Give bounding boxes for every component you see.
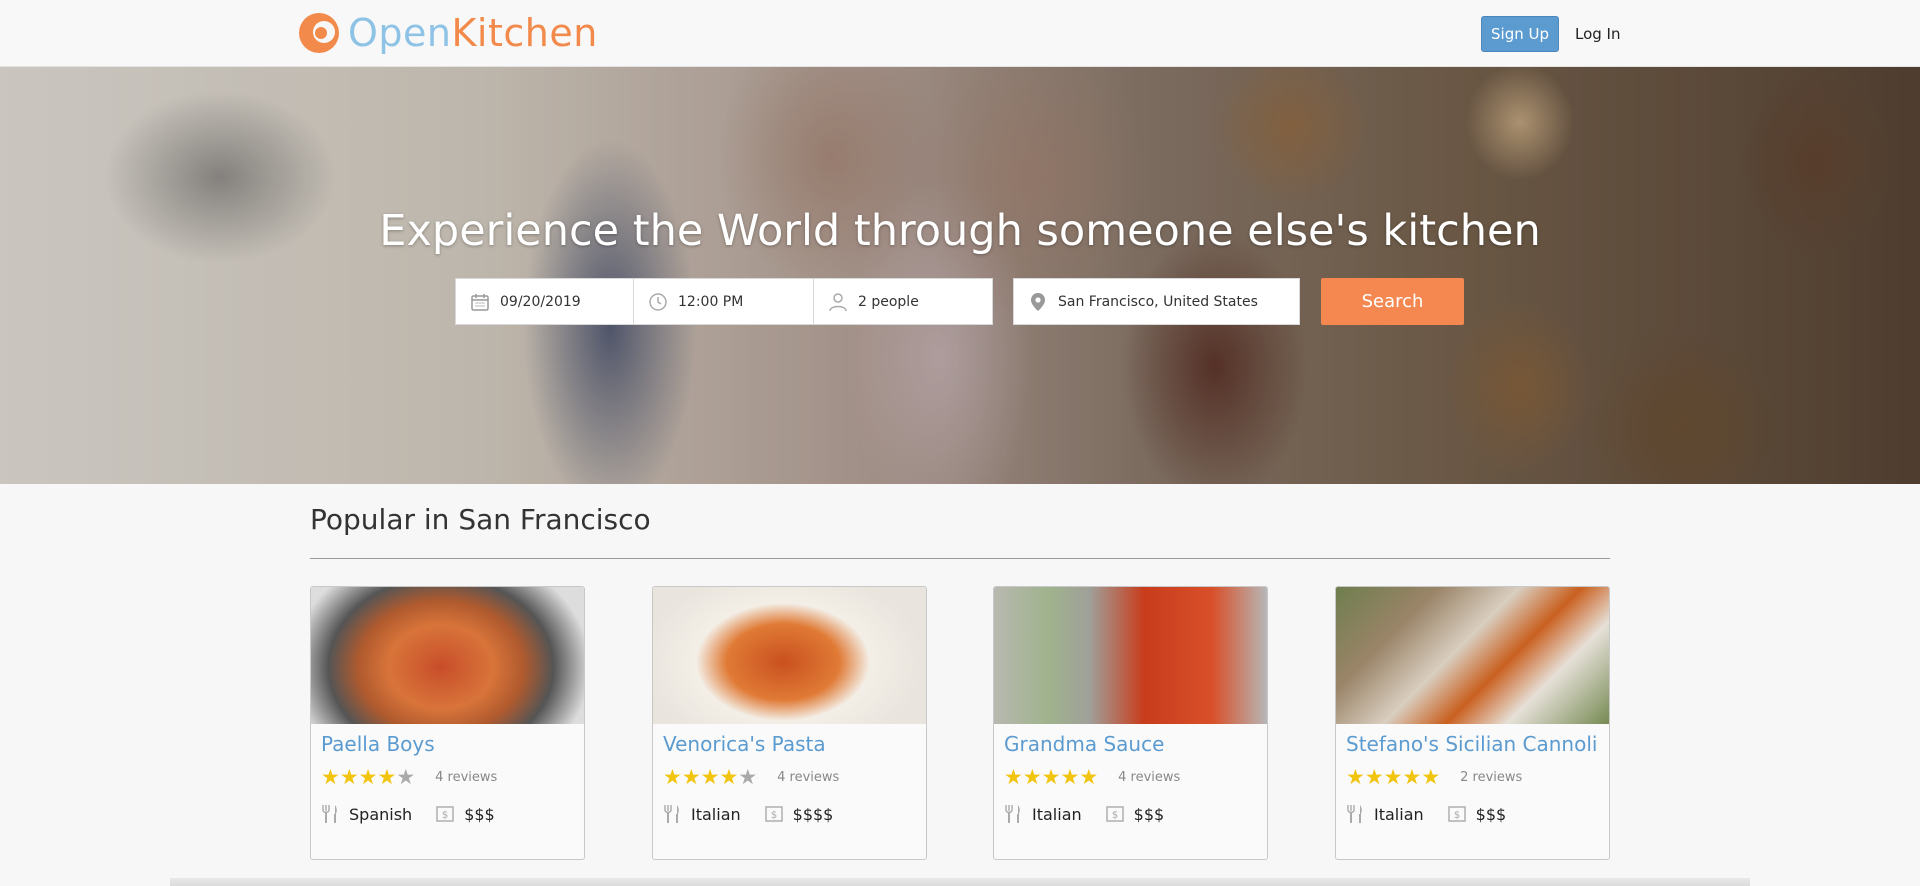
calendar-icon [471,293,489,311]
price-label: $$$ [1475,804,1507,824]
cuisine-label: Italian [1374,804,1424,824]
map-pin-icon [1031,292,1045,311]
page-bottom-edge [170,878,1750,886]
people-value: 2 people [858,293,919,310]
date-field[interactable]: 09/20/2019 [455,278,634,325]
review-count: 2 reviews [1460,770,1523,785]
fork-knife-icon [1347,805,1362,823]
search-bar: 09/20/2019 12:00 PM 2 people San Francis… [455,278,1464,325]
listing-meta: Italian $ $$$$ [663,804,833,824]
star-icon: ★ [1421,765,1441,789]
cuisine-label: Spanish [349,804,413,824]
listing-card[interactable]: Paella Boys ★ ★ ★ ★ ★ 4 reviews Spanish $ $$$ [310,586,585,860]
listing-name[interactable]: Venorica's Pasta [663,732,826,756]
clock-icon [649,292,667,311]
logo-open: Open [348,11,452,55]
dollar-bill-icon: $ [1447,806,1466,822]
star-icon: ★ [1364,765,1384,789]
fork-knife-icon [1005,805,1020,823]
star-icon: ★ [738,765,758,789]
star-icon: ★ [358,765,378,789]
header: OpenKitchen Sign Up Log In [0,0,1920,67]
star-icon: ★ [719,765,739,789]
star-icon: ★ [339,765,359,789]
listing-card[interactable]: Venorica's Pasta ★ ★ ★ ★ ★ 4 reviews Italian $ $$… [652,586,927,860]
star-icon: ★ [1004,765,1023,789]
star-icon: ★ [377,765,397,789]
star-icon: ★ [663,765,682,789]
location-value: San Francisco, United States [1058,293,1258,310]
person-icon [829,292,847,311]
star-icon: ★ [1383,765,1403,789]
dollar-bill-icon: $ [436,806,454,822]
listing-name[interactable]: Stefano's Sicilian Cannoli [1346,732,1597,756]
star-icon: ★ [321,765,340,789]
people-field[interactable]: 2 people [814,278,993,325]
listing-card[interactable]: Stefano's Sicilian Cannoli ★ ★ ★ ★ ★ 2 reviews… [1335,586,1610,860]
time-field[interactable]: 12:00 PM [634,278,814,325]
star-icon: ★ [700,765,720,789]
cuisine-label: Italian [1032,804,1082,824]
review-count: 4 reviews [777,770,840,785]
svg-text:$: $ [442,810,448,821]
listing-meta: Spanish $ $$$ [321,804,495,824]
price-label: $$$ [464,804,495,824]
price-label: $$$$ [792,804,834,824]
star-icon: ★ [1079,765,1099,789]
star-icon: ★ [1346,765,1365,789]
star-icon: ★ [1402,765,1422,789]
listing-card[interactable]: Grandma Sauce ★ ★ ★ ★ ★ 4 reviews Italian $ $$$ [993,586,1268,860]
logo-text: OpenKitchen [348,10,598,56]
star-icon: ★ [1041,765,1061,789]
listing-meta: Italian $ $$$ [1004,804,1164,824]
time-value: 12:00 PM [678,293,744,310]
listing-photo[interactable] [311,587,584,724]
listing-photo[interactable] [1336,587,1609,724]
review-count: 4 reviews [1118,770,1181,785]
dollar-bill-icon: $ [1105,806,1124,822]
search-button[interactable]: Search [1321,278,1464,325]
signup-button[interactable]: Sign Up [1481,16,1559,52]
star-icon: ★ [396,765,416,789]
listing-meta: Italian $ $$$ [1346,804,1506,824]
svg-text:$: $ [1453,810,1459,821]
star-rating: ★ ★ ★ ★ ★ 4 reviews [1004,767,1180,788]
star-icon: ★ [681,765,701,789]
svg-text:$: $ [770,810,776,821]
listing-photo[interactable] [994,587,1267,724]
login-link[interactable]: Log In [1575,16,1621,52]
star-icon: ★ [1022,765,1042,789]
dollar-bill-icon: $ [764,806,783,822]
listing-name[interactable]: Paella Boys [321,732,435,756]
listing-photo[interactable] [653,587,926,724]
review-count: 4 reviews [435,770,498,785]
section-title: Popular in San Francisco [310,503,651,536]
star-rating: ★ ★ ★ ★ ★ 2 reviews [1346,767,1522,788]
cuisine-label: Italian [691,804,741,824]
svg-text:$: $ [1111,810,1117,821]
logo-icon [299,13,339,53]
location-field[interactable]: San Francisco, United States [1013,278,1300,325]
hero-banner: Experience the World through someone els… [0,67,1920,484]
date-value: 09/20/2019 [500,293,581,310]
star-rating: ★ ★ ★ ★ ★ 4 reviews [663,767,839,788]
star-icon: ★ [1060,765,1080,789]
fork-knife-icon [664,805,679,823]
fork-knife-icon [322,805,337,823]
hero-title: Experience the World through someone els… [379,206,1541,256]
price-label: $$$ [1133,804,1165,824]
logo-kitchen: Kitchen [451,11,598,55]
listing-name[interactable]: Grandma Sauce [1004,732,1164,756]
star-rating: ★ ★ ★ ★ ★ 4 reviews [321,767,497,788]
logo[interactable]: OpenKitchen [298,10,598,56]
section-divider [310,558,1610,559]
